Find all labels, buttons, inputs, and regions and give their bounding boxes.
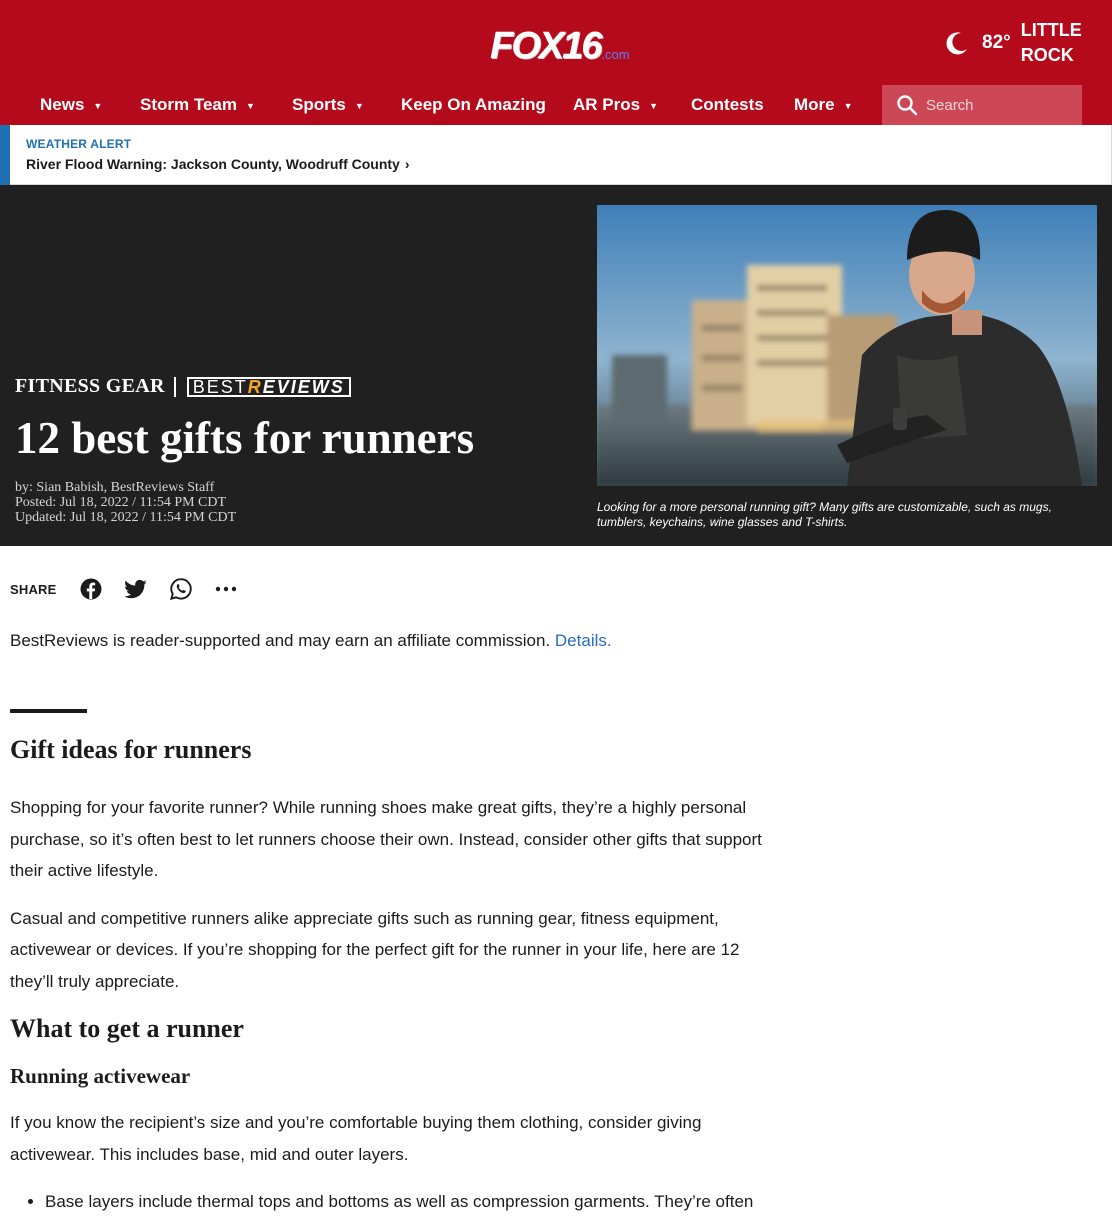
section-heading: What to get a runner bbox=[10, 1014, 244, 1043]
nav-item-ar-pros[interactable]: AR Pros ▼ bbox=[573, 85, 658, 125]
article-paragraph: If you know the recipient’s size and you… bbox=[10, 1113, 702, 1164]
caret-down-icon: ▼ bbox=[246, 100, 255, 111]
affiliate-disclosure: BestReviews is reader-supported and may … bbox=[10, 631, 612, 651]
nav-label: News bbox=[40, 95, 85, 114]
partner-logo-crown: R bbox=[247, 376, 263, 397]
hero-image[interactable] bbox=[597, 205, 1097, 486]
article-title: 12 best gifts for runners bbox=[15, 413, 475, 463]
nav-label: Keep On Amazing bbox=[401, 95, 546, 114]
main-nav: News ▼ Storm Team ▼ Sports ▼ Keep On Amazin… bbox=[0, 85, 1112, 125]
article-hero: FITNESS GEAR BEST R EVIEWS 12 best gifts f… bbox=[0, 185, 1112, 546]
nav-item-keep-on-amazing[interactable]: Keep On Amazing bbox=[401, 85, 546, 125]
bestreviews-logo[interactable]: BEST R EVIEWS bbox=[186, 376, 351, 397]
nav-label: Storm Team bbox=[140, 95, 237, 114]
kicker-divider bbox=[173, 376, 176, 397]
hero-photo-illustration bbox=[597, 205, 1097, 486]
share-label: SHARE bbox=[10, 581, 57, 597]
caret-down-icon: ▼ bbox=[649, 100, 658, 111]
article-paragraph: Casual and competitive runners alike app… bbox=[10, 908, 740, 991]
alert-link[interactable]: River Flood Warning: Jackson County, Woo… bbox=[26, 156, 410, 172]
weather-alert-banner[interactable]: WEATHER ALERT River Flood Warning: Jacks… bbox=[0, 125, 1112, 185]
chevron-right-icon: › bbox=[404, 156, 410, 172]
masthead: FOX16 .com 82° LITTLE ROCK News ▼ Storm T… bbox=[0, 0, 1112, 125]
share-bar: SHARE bbox=[10, 574, 259, 604]
site-logo[interactable]: FOX16 .com bbox=[490, 24, 630, 67]
whatsapp-icon bbox=[169, 578, 192, 600]
article-byline: by: Sian Babish, BestReviews Staff Poste… bbox=[15, 480, 236, 525]
nav-item-news[interactable]: News ▼ bbox=[40, 85, 102, 125]
list-item: Base layers include thermal tops and bot… bbox=[45, 1186, 770, 1218]
share-more-button[interactable] bbox=[214, 577, 238, 601]
nav-label: More bbox=[794, 95, 835, 114]
alert-text: River Flood Warning: Jackson County, Woo… bbox=[26, 156, 400, 172]
weather-widget[interactable]: 82° LITTLE ROCK bbox=[944, 18, 1091, 68]
twitter-icon bbox=[124, 579, 147, 599]
search-icon[interactable] bbox=[896, 94, 918, 116]
alert-accent-bar bbox=[0, 125, 10, 185]
article-list: Base layers include thermal tops and bot… bbox=[10, 1186, 770, 1218]
image-caption: Looking for a more personal running gift… bbox=[597, 500, 1052, 529]
subsection-heading: Running activewear bbox=[10, 1064, 191, 1088]
article-kicker: FITNESS GEAR BEST R EVIEWS bbox=[15, 375, 351, 398]
byline-author: by: Sian Babish, BestReviews Staff bbox=[15, 480, 215, 495]
share-twitter-button[interactable] bbox=[124, 577, 148, 601]
temperature: 82° bbox=[982, 32, 1011, 53]
byline-posted: Posted: Jul 18, 2022 / 11:54 PM CDT bbox=[15, 495, 227, 510]
disclosure-text: BestReviews is reader-supported and may … bbox=[10, 631, 551, 650]
category-link[interactable]: FITNESS GEAR bbox=[15, 375, 165, 398]
search-box[interactable] bbox=[882, 85, 1082, 125]
share-facebook-button[interactable] bbox=[79, 577, 103, 601]
byline-updated: Updated: Jul 18, 2022 / 11:54 PM CDT bbox=[15, 510, 237, 525]
article-paragraph: Shopping for your favorite runner? While… bbox=[10, 798, 762, 880]
caret-down-icon: ▼ bbox=[354, 100, 364, 111]
logo-text: FOX16 bbox=[490, 25, 602, 67]
alert-label: WEATHER ALERT bbox=[26, 137, 132, 151]
article-body: Gift ideas for runners Shopping for your… bbox=[10, 730, 770, 1218]
nav-label: Sports bbox=[292, 95, 346, 114]
more-icon bbox=[215, 586, 236, 592]
section-rule bbox=[10, 709, 87, 713]
disclosure-details-link[interactable]: Details. bbox=[555, 631, 612, 650]
partner-logo-best: BEST bbox=[192, 376, 248, 397]
nav-label: AR Pros bbox=[573, 95, 641, 114]
partner-logo-rest: EVIEWS bbox=[262, 376, 345, 397]
facebook-icon bbox=[80, 578, 102, 600]
section-heading: Gift ideas for runners bbox=[10, 735, 252, 764]
nav-item-sports[interactable]: Sports ▼ bbox=[292, 85, 364, 125]
nav-item-contests[interactable]: Contests bbox=[691, 85, 764, 125]
share-whatsapp-button[interactable] bbox=[169, 577, 193, 601]
search-input[interactable] bbox=[926, 96, 1066, 114]
nav-item-storm-team[interactable]: Storm Team ▼ bbox=[140, 85, 255, 125]
caret-down-icon: ▼ bbox=[93, 100, 103, 111]
nav-label: Contests bbox=[691, 95, 764, 114]
logo-suffix: .com bbox=[601, 47, 630, 62]
moon-icon bbox=[946, 32, 967, 55]
nav-item-more[interactable]: More ▼ bbox=[794, 85, 853, 125]
caret-down-icon: ▼ bbox=[843, 100, 853, 111]
weather-city: LITTLE ROCK bbox=[1020, 20, 1082, 65]
